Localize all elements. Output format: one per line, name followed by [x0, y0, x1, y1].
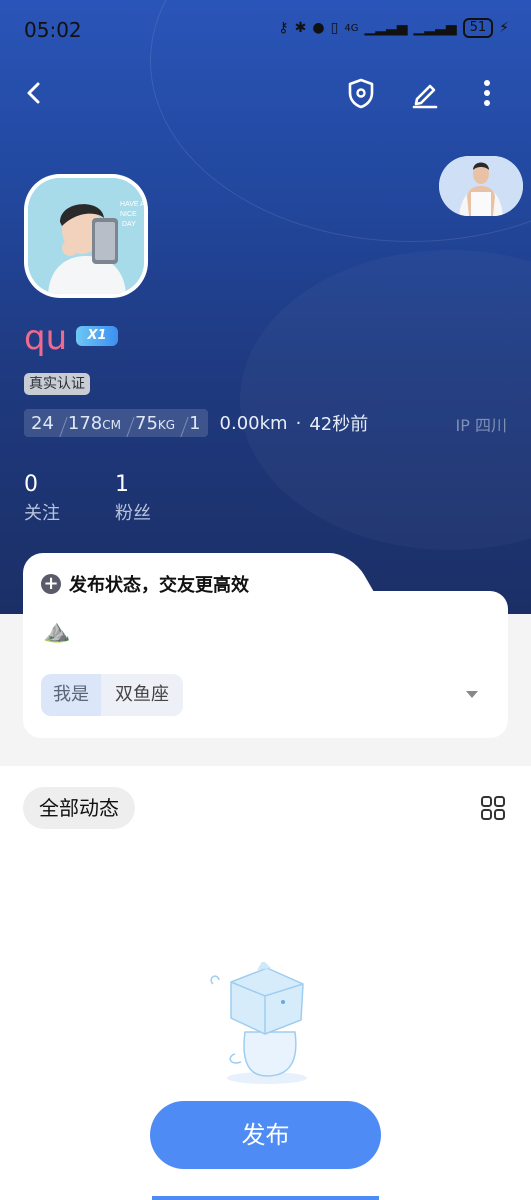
empty-state-illustration [205, 960, 325, 1088]
distance: 0.00km [219, 412, 288, 434]
profile-header [0, 0, 531, 614]
weight-unit: KG [157, 417, 176, 432]
publish-status-card: + 发布状态，交友更高效 ⛰️ 我是 双鱼座 [23, 553, 508, 738]
role: 1 [189, 412, 201, 434]
shield-icon[interactable] [344, 76, 378, 110]
svg-text:NICE: NICE [120, 211, 137, 218]
publish-status-title: 发布状态，交友更高效 [69, 575, 249, 596]
svg-text:HAVE A: HAVE A [120, 201, 144, 208]
identity-value: 双鱼座 [101, 674, 183, 716]
weight-value: 75 [135, 412, 158, 434]
weight: 75KG [128, 413, 182, 434]
location-icon: ● [312, 20, 325, 36]
fans-stat[interactable]: 1 粉丝 [115, 472, 151, 525]
dot-separator: · [295, 412, 302, 434]
chevron-down-icon[interactable] [466, 691, 478, 698]
stats-pill: 24 178CM 75KG 1 [24, 409, 208, 437]
verify-badge: 真实认证 [24, 373, 90, 395]
bluetooth-icon: ✱ [294, 20, 307, 36]
vibrate-icon: ▯ [330, 20, 339, 36]
profile-name: qu [24, 318, 68, 358]
identity-tag[interactable]: 我是 双鱼座 [41, 674, 183, 716]
status-icons: ⚷ ✱ ● ▯ 4G ▁▂▃▅ ▁▂▃▅ 51 ⚡ [278, 18, 509, 38]
status-emoji[interactable]: ⛰️ [43, 619, 70, 644]
height: 178CM [61, 413, 128, 434]
publish-status-prompt[interactable]: + 发布状态，交友更高效 [41, 571, 249, 597]
plus-icon: + [41, 574, 61, 594]
edit-icon[interactable] [408, 76, 442, 110]
height-value: 178 [67, 412, 103, 434]
decor-circle [240, 250, 531, 550]
following-stat[interactable]: 0 关注 [24, 472, 60, 525]
identity-label: 我是 [41, 674, 101, 716]
grid-view-icon[interactable] [480, 795, 506, 821]
profile-photo-thumbnail[interactable] [439, 156, 523, 216]
avatar[interactable]: HAVE A NICE DAY [24, 174, 148, 298]
signal-icon: ▁▂▃▅ [413, 20, 457, 36]
status-bar: 05:02 ⚷ ✱ ● ▯ 4G ▁▂▃▅ ▁▂▃▅ 51 ⚡ [0, 0, 531, 60]
svg-text:DAY: DAY [122, 221, 136, 228]
vip-badge[interactable]: X1 [76, 326, 118, 346]
height-unit: CM [102, 417, 121, 432]
signal-icon: ▁▂▃▅ [364, 20, 408, 36]
ip-location: IP 四川 [455, 416, 507, 435]
battery-icon: 51 [462, 18, 494, 38]
back-icon[interactable] [18, 76, 52, 110]
avatar-image: HAVE A NICE DAY [28, 178, 144, 294]
more-icon[interactable] [470, 76, 504, 110]
age: 24 [24, 413, 61, 434]
publish-button[interactable]: 发布 [150, 1101, 381, 1169]
profile-stats: 24 178CM 75KG 1 0.00km · 42秒前 [24, 409, 368, 437]
following-label: 关注 [24, 503, 60, 524]
last-active: 42秒前 [309, 414, 369, 435]
charging-icon: ⚡ [499, 20, 509, 36]
status-time: 05:02 [24, 18, 82, 42]
bottom-bar-peek [152, 1196, 379, 1200]
following-count: 0 [24, 472, 38, 497]
fans-count: 1 [115, 472, 129, 497]
key-icon: ⚷ [278, 20, 289, 36]
network-label: 4G [344, 22, 359, 34]
tab-all-posts[interactable]: 全部动态 [23, 787, 135, 829]
fans-label: 粉丝 [115, 503, 151, 524]
